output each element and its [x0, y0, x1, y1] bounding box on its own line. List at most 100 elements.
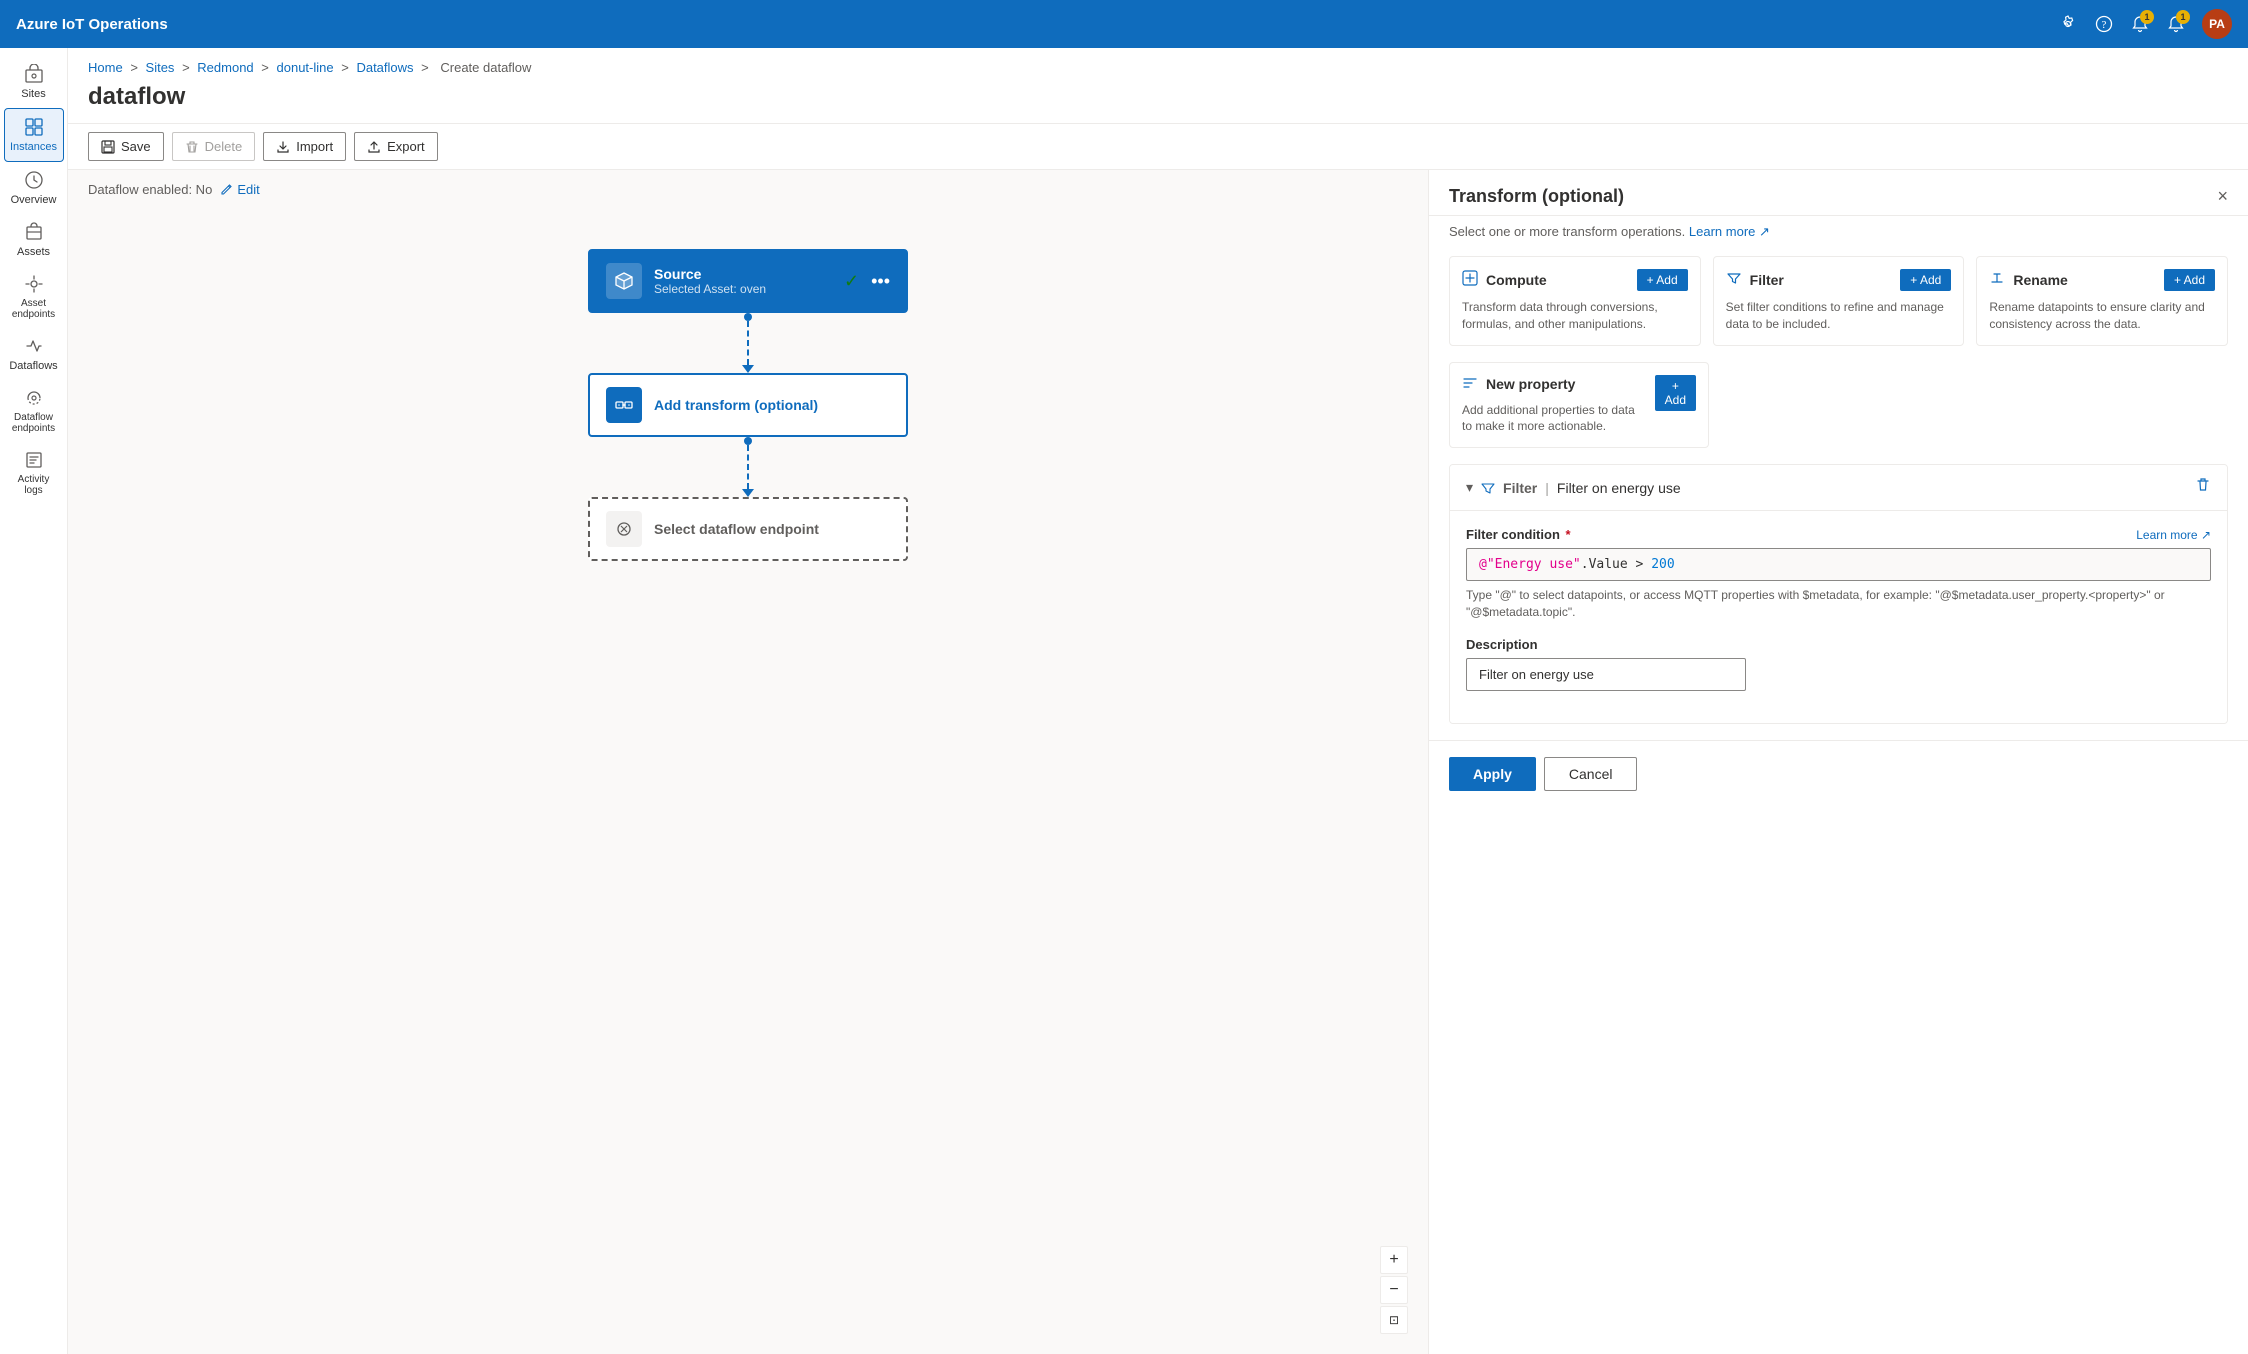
breadcrumb-redmond[interactable]: Redmond — [197, 60, 253, 75]
sidebar-item-overview[interactable]: Overview — [4, 162, 64, 214]
endpoint-node-icon — [606, 511, 642, 547]
cancel-button[interactable]: Cancel — [1544, 757, 1638, 791]
dataflow-endpoints-icon — [24, 388, 44, 408]
new-property-add-button[interactable]: + Add — [1655, 375, 1696, 411]
sidebar-label-assets: Assets — [17, 246, 50, 258]
filter-label: Filter — [1503, 480, 1537, 496]
compute-icon — [1462, 270, 1478, 291]
sidebar-item-assets[interactable]: Assets — [4, 214, 64, 266]
filter-delete-button[interactable] — [2195, 477, 2211, 498]
sidebar-item-instances[interactable]: Instances — [4, 108, 64, 162]
transform-node[interactable]: Add transform (optional) — [588, 373, 908, 437]
connector-arrow-2 — [742, 489, 754, 497]
zoom-controls: + − ⊡ — [1380, 1246, 1408, 1334]
endpoint-icon — [614, 519, 634, 539]
topbar-icons: ? 1 1 PA — [2058, 9, 2232, 39]
panel-title: Transform (optional) — [1449, 186, 1624, 207]
delete-icon — [185, 140, 199, 154]
assets-icon — [24, 222, 44, 242]
filter-condition-input[interactable]: @"Energy use".Value > 200 — [1466, 548, 2211, 581]
breadcrumb-sites[interactable]: Sites — [146, 60, 175, 75]
new-property-left: New property Add additional properties t… — [1462, 375, 1643, 436]
transform-node-title: Add transform (optional) — [654, 397, 890, 413]
flow-container: Source Selected Asset: oven ✓ ••• — [68, 209, 1428, 561]
notification-icon[interactable]: 1 — [2130, 14, 2150, 34]
filter-description-row: Description — [1466, 637, 2211, 691]
sidebar-label-dataflows: Dataflows — [9, 360, 57, 372]
filter-learn-more[interactable]: Learn more ↗ — [2136, 528, 2211, 542]
filter-condition-label: Filter condition * Learn more ↗ — [1466, 527, 2211, 542]
settings-icon[interactable] — [2058, 14, 2078, 34]
sidebar-label-activity-logs: Activity logs — [8, 474, 60, 496]
dataflows-icon — [24, 336, 44, 356]
toolbar: Save Delete Import Export — [68, 123, 2248, 170]
alert-icon[interactable]: 1 — [2166, 14, 2186, 34]
rename-icon — [1989, 270, 2005, 291]
zoom-fit-button[interactable]: ⊡ — [1380, 1306, 1408, 1334]
source-check-icon: ✓ — [844, 271, 859, 292]
filter-condition-row: Filter condition * Learn more ↗ — [1466, 527, 2211, 621]
apply-button[interactable]: Apply — [1449, 757, 1536, 791]
connector-dot-1 — [744, 313, 752, 321]
compute-card-title: Compute — [1462, 270, 1547, 291]
edit-button[interactable]: Edit — [220, 182, 259, 197]
filter-card: Filter + Add Set filter conditions to re… — [1713, 256, 1965, 346]
rename-card-header: Rename + Add — [1989, 269, 2215, 291]
content-area: Home > Sites > Redmond > donut-line > Da… — [68, 48, 2248, 1354]
filter-add-button[interactable]: + Add — [1900, 269, 1951, 291]
filter-hint: Type "@" to select datapoints, or access… — [1466, 587, 2211, 621]
canvas-header: Dataflow enabled: No Edit — [68, 170, 1428, 209]
filter-separator: | — [1545, 480, 1549, 496]
learn-more-link[interactable]: Learn more ↗ — [1689, 224, 1770, 239]
rename-card-desc: Rename datapoints to ensure clarity and … — [1989, 299, 2215, 333]
sites-icon — [24, 64, 44, 84]
zoom-out-button[interactable]: − — [1380, 1276, 1408, 1304]
user-avatar[interactable]: PA — [2202, 9, 2232, 39]
sidebar-label-instances: Instances — [10, 141, 57, 153]
source-node[interactable]: Source Selected Asset: oven ✓ ••• — [588, 249, 908, 313]
filter-card-title: Filter — [1726, 270, 1784, 291]
delete-button[interactable]: Delete — [172, 132, 256, 161]
save-button[interactable]: Save — [88, 132, 164, 161]
pencil-icon — [220, 183, 233, 196]
instances-icon — [24, 117, 44, 137]
breadcrumb-donut-line[interactable]: donut-line — [277, 60, 334, 75]
new-property-desc: Add additional properties to data to mak… — [1462, 402, 1643, 436]
breadcrumb-current: Create dataflow — [440, 60, 531, 75]
import-button[interactable]: Import — [263, 132, 346, 161]
sidebar-item-activity-logs[interactable]: Activity logs — [4, 442, 64, 504]
source-node-icon — [606, 263, 642, 299]
filter-card-header: Filter + Add — [1726, 269, 1952, 291]
source-more-icon[interactable]: ••• — [871, 271, 890, 292]
help-icon[interactable]: ? — [2094, 14, 2114, 34]
breadcrumb-home[interactable]: Home — [88, 60, 123, 75]
breadcrumb-dataflows[interactable]: Dataflows — [356, 60, 413, 75]
filter-description-label: Description — [1466, 637, 2211, 652]
alert-badge: 1 — [2176, 10, 2190, 24]
connector-arrow-1 — [742, 365, 754, 373]
connector-1 — [742, 313, 754, 373]
export-button[interactable]: Export — [354, 132, 438, 161]
sidebar-label-asset-endpoints: Asset endpoints — [8, 298, 60, 320]
filter-icon — [1726, 270, 1742, 291]
sidebar-item-dataflows[interactable]: Dataflows — [4, 328, 64, 380]
sidebar-item-asset-endpoints[interactable]: Asset endpoints — [4, 266, 64, 328]
sidebar-item-dataflow-endpoints[interactable]: Dataflow endpoints — [4, 380, 64, 442]
transform-cards: Compute + Add Transform data through con… — [1429, 256, 2248, 362]
rename-card-title: Rename — [1989, 270, 2067, 291]
panel-scroll[interactable]: Select one or more transform operations.… — [1429, 216, 2248, 1354]
zoom-in-button[interactable]: + — [1380, 1246, 1408, 1274]
new-property-icon — [1462, 375, 1478, 394]
asset-endpoints-icon — [24, 274, 44, 294]
rename-add-button[interactable]: + Add — [2164, 269, 2215, 291]
source-node-subtitle: Selected Asset: oven — [654, 282, 832, 296]
filter-card-desc: Set filter conditions to refine and mana… — [1726, 299, 1952, 333]
compute-add-button[interactable]: + Add — [1637, 269, 1688, 291]
panel-close-button[interactable]: × — [2217, 186, 2228, 207]
filter-description-input[interactable] — [1466, 658, 1746, 691]
endpoint-node[interactable]: Select dataflow endpoint — [588, 497, 908, 561]
canvas-area: Dataflow enabled: No Edit — [68, 170, 1428, 1354]
transform-panel: Transform (optional) × Select one or mor… — [1428, 170, 2248, 1354]
sidebar-item-sites[interactable]: Sites — [4, 56, 64, 108]
filter-chevron-icon[interactable]: ▾ — [1466, 479, 1473, 496]
